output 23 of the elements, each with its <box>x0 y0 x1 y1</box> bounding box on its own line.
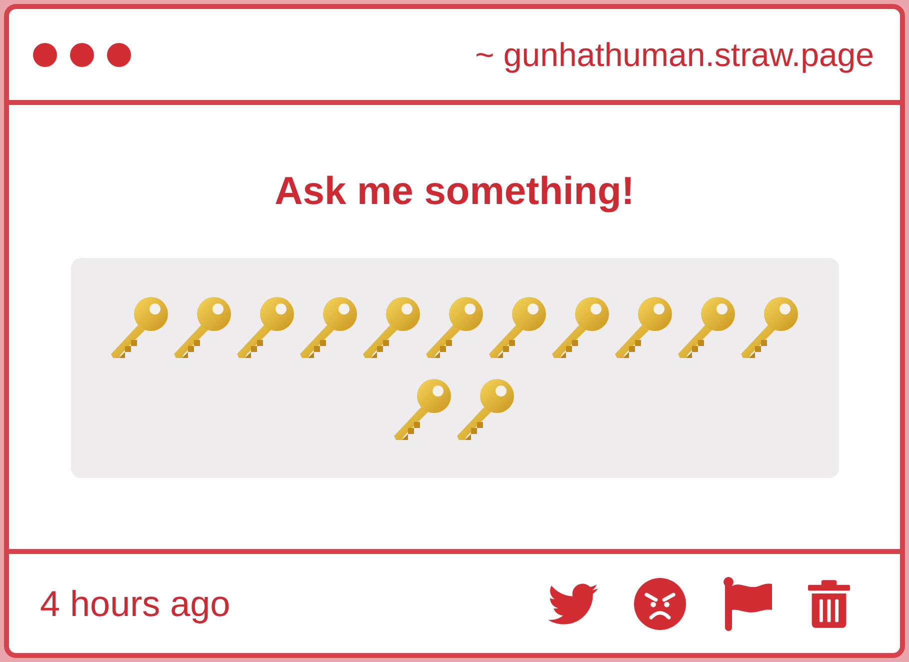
key-icon <box>552 296 610 358</box>
page-address[interactable]: ~ gunhathuman.straw.page <box>474 34 874 74</box>
key-icon <box>236 296 294 358</box>
key-icon <box>457 378 515 440</box>
dot-icon <box>33 42 57 66</box>
bird-icon[interactable] <box>548 582 598 626</box>
key-icon <box>394 378 452 440</box>
key-icon <box>362 296 420 358</box>
key-icon <box>300 296 358 358</box>
timestamp: 4 hours ago <box>40 582 230 626</box>
key-icon <box>426 296 484 358</box>
key-icon <box>678 296 736 358</box>
key-icon <box>174 296 232 358</box>
trash-icon[interactable] <box>808 580 850 628</box>
dot-icon <box>70 42 94 66</box>
key-icon <box>740 296 798 358</box>
key-icon <box>488 296 546 358</box>
key-icon <box>110 296 168 358</box>
angry-face-icon[interactable] <box>634 578 686 630</box>
dot-icon <box>107 42 131 66</box>
key-icon <box>614 296 672 358</box>
flag-icon[interactable] <box>722 576 772 630</box>
question-title: Ask me something! <box>274 169 634 215</box>
